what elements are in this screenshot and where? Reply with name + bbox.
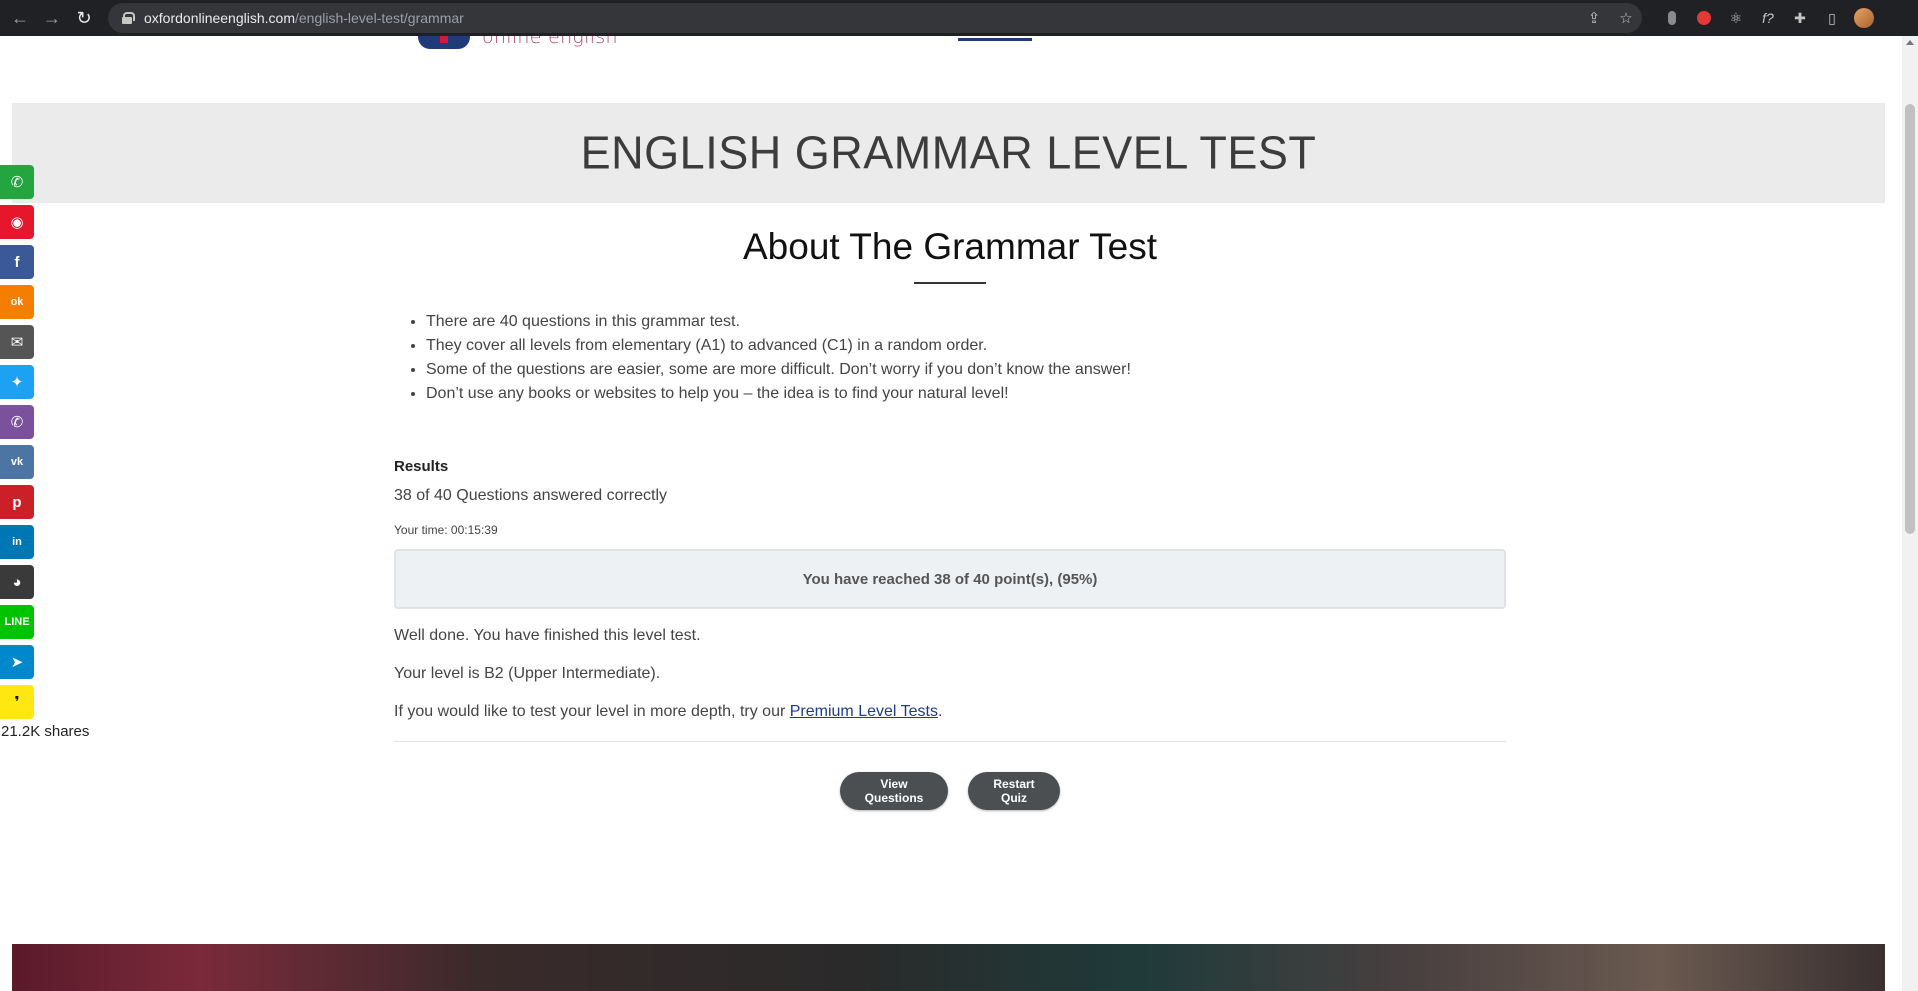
points-result-text: You have reached 38 of 40 point(s), (95%…: [802, 570, 1098, 588]
lock-icon: [122, 12, 135, 24]
extension-gray-icon[interactable]: [1656, 0, 1688, 36]
site-logo[interactable]: online english: [418, 36, 618, 50]
score-summary: 38 of 40 Questions answered correctly: [394, 487, 668, 504]
logo-mark-icon: [418, 36, 470, 49]
line-icon: LINE: [4, 616, 30, 628]
premium-tests-message: If you would like to test your level in …: [394, 703, 943, 720]
telegram-share-button[interactable]: ➤: [0, 645, 34, 679]
premium-level-tests-link[interactable]: Premium Level Tests: [790, 703, 938, 720]
browser-toolbar: ← → ↻ oxfordonlineenglish.com/english-le…: [0, 0, 1918, 36]
url-host: oxfordonlineenglish.com: [144, 10, 295, 26]
list-item: There are 40 questions in this grammar t…: [426, 310, 1506, 334]
logo-text: online english: [482, 36, 618, 48]
reddit-share-button[interactable]: ◕: [0, 565, 34, 599]
kakao-share-button[interactable]: ❜: [0, 685, 34, 719]
title-divider: [914, 282, 986, 284]
main-content: About The Grammar Test There are 40 ques…: [394, 226, 1506, 810]
weibo-share-button[interactable]: ◉: [0, 205, 34, 239]
pinterest-icon: p: [12, 493, 22, 511]
telegram-icon: ➤: [10, 654, 24, 671]
rules-list: There are 40 questions in this grammar t…: [426, 310, 1506, 406]
page-title: ENGLISH GRAMMAR LEVEL TEST: [580, 126, 1317, 179]
extensions-puzzle-icon[interactable]: ✚: [1784, 0, 1816, 36]
level-result: Your level is B2 (Upper Intermediate).: [394, 665, 661, 682]
extension-f-icon[interactable]: f?: [1752, 0, 1784, 36]
share-count: 21.2K shares: [1, 723, 90, 740]
odnoklassniki-share-button[interactable]: ok: [0, 285, 34, 319]
extension-red-icon[interactable]: [1688, 0, 1720, 36]
side-panel-icon[interactable]: ▯: [1816, 0, 1848, 36]
facebook-icon: f: [14, 253, 20, 271]
share-icon[interactable]: ⇪: [1578, 9, 1610, 27]
view-questions-button[interactable]: View Questions: [840, 772, 948, 810]
page-scrollbar[interactable]: [1902, 36, 1918, 991]
weibo-icon: ◉: [10, 214, 24, 231]
vk-share-button[interactable]: vk: [0, 445, 34, 479]
list-item: They cover all levels from elementary (A…: [426, 334, 1506, 358]
forward-arrow-icon: →: [43, 7, 61, 28]
linkedin-icon: in: [12, 536, 22, 548]
list-item: Some of the questions are easier, some a…: [426, 358, 1506, 382]
odnoklassniki-icon: ok: [10, 296, 24, 308]
scrollbar-thumb[interactable]: [1905, 104, 1915, 534]
time-taken: Your time: 00:15:39: [394, 523, 498, 537]
whatsapp-icon: ✆: [10, 174, 24, 191]
pinterest-share-button[interactable]: p: [0, 485, 34, 519]
results-heading: Results: [394, 458, 449, 475]
bookmark-star-icon[interactable]: ☆: [1610, 9, 1642, 27]
social-share-bar: ✆ ◉ f ok ✉ ✦ ✆ vk p in ◕ LINE ➤ ❜: [0, 165, 34, 725]
reload-button[interactable]: ↻: [68, 0, 100, 36]
quiz-actions: View Questions Restart Quiz: [394, 772, 1506, 810]
page-viewport: online english ENGLISH GRAMMAR LEVEL TES…: [0, 36, 1902, 991]
twitter-icon: ✦: [10, 374, 24, 391]
section-divider: [394, 741, 1506, 742]
back-button[interactable]: ←: [4, 0, 36, 36]
completion-message: Well done. You have finished this level …: [394, 627, 701, 644]
whatsapp-share-button[interactable]: ✆: [0, 165, 34, 199]
viber-icon: ✆: [10, 414, 24, 431]
reddit-icon: ◕: [12, 573, 22, 591]
email-icon: ✉: [10, 334, 24, 351]
line-share-button[interactable]: LINE: [0, 605, 34, 639]
back-arrow-icon: ←: [11, 7, 29, 28]
vk-icon: vk: [10, 456, 24, 468]
address-bar[interactable]: oxfordonlineenglish.com/english-level-te…: [108, 3, 1642, 33]
linkedin-share-button[interactable]: in: [0, 525, 34, 559]
profile-avatar[interactable]: [1848, 0, 1880, 36]
page-banner: ENGLISH GRAMMAR LEVEL TEST: [12, 103, 1885, 203]
twitter-share-button[interactable]: ✦: [0, 365, 34, 399]
restart-quiz-button[interactable]: Restart Quiz: [968, 772, 1060, 810]
url-path: /english-level-test/grammar: [294, 10, 464, 26]
facebook-share-button[interactable]: f: [0, 245, 34, 279]
extension-atom-icon[interactable]: ⚛: [1720, 0, 1752, 36]
kakao-icon: ❜: [14, 694, 20, 711]
email-share-button[interactable]: ✉: [0, 325, 34, 359]
forward-button[interactable]: →: [36, 0, 68, 36]
hero-image: [12, 944, 1885, 991]
extensions-bar: ⚛ f? ✚ ▯: [1656, 0, 1880, 36]
active-nav-indicator: [958, 38, 1032, 41]
points-result-box: You have reached 38 of 40 point(s), (95%…: [394, 549, 1506, 609]
scroll-up-arrow-icon[interactable]: [1906, 40, 1914, 45]
viber-share-button[interactable]: ✆: [0, 405, 34, 439]
about-title: About The Grammar Test: [742, 226, 1158, 267]
list-item: Don’t use any books or websites to help …: [426, 382, 1506, 406]
reload-icon: ↻: [76, 7, 92, 28]
